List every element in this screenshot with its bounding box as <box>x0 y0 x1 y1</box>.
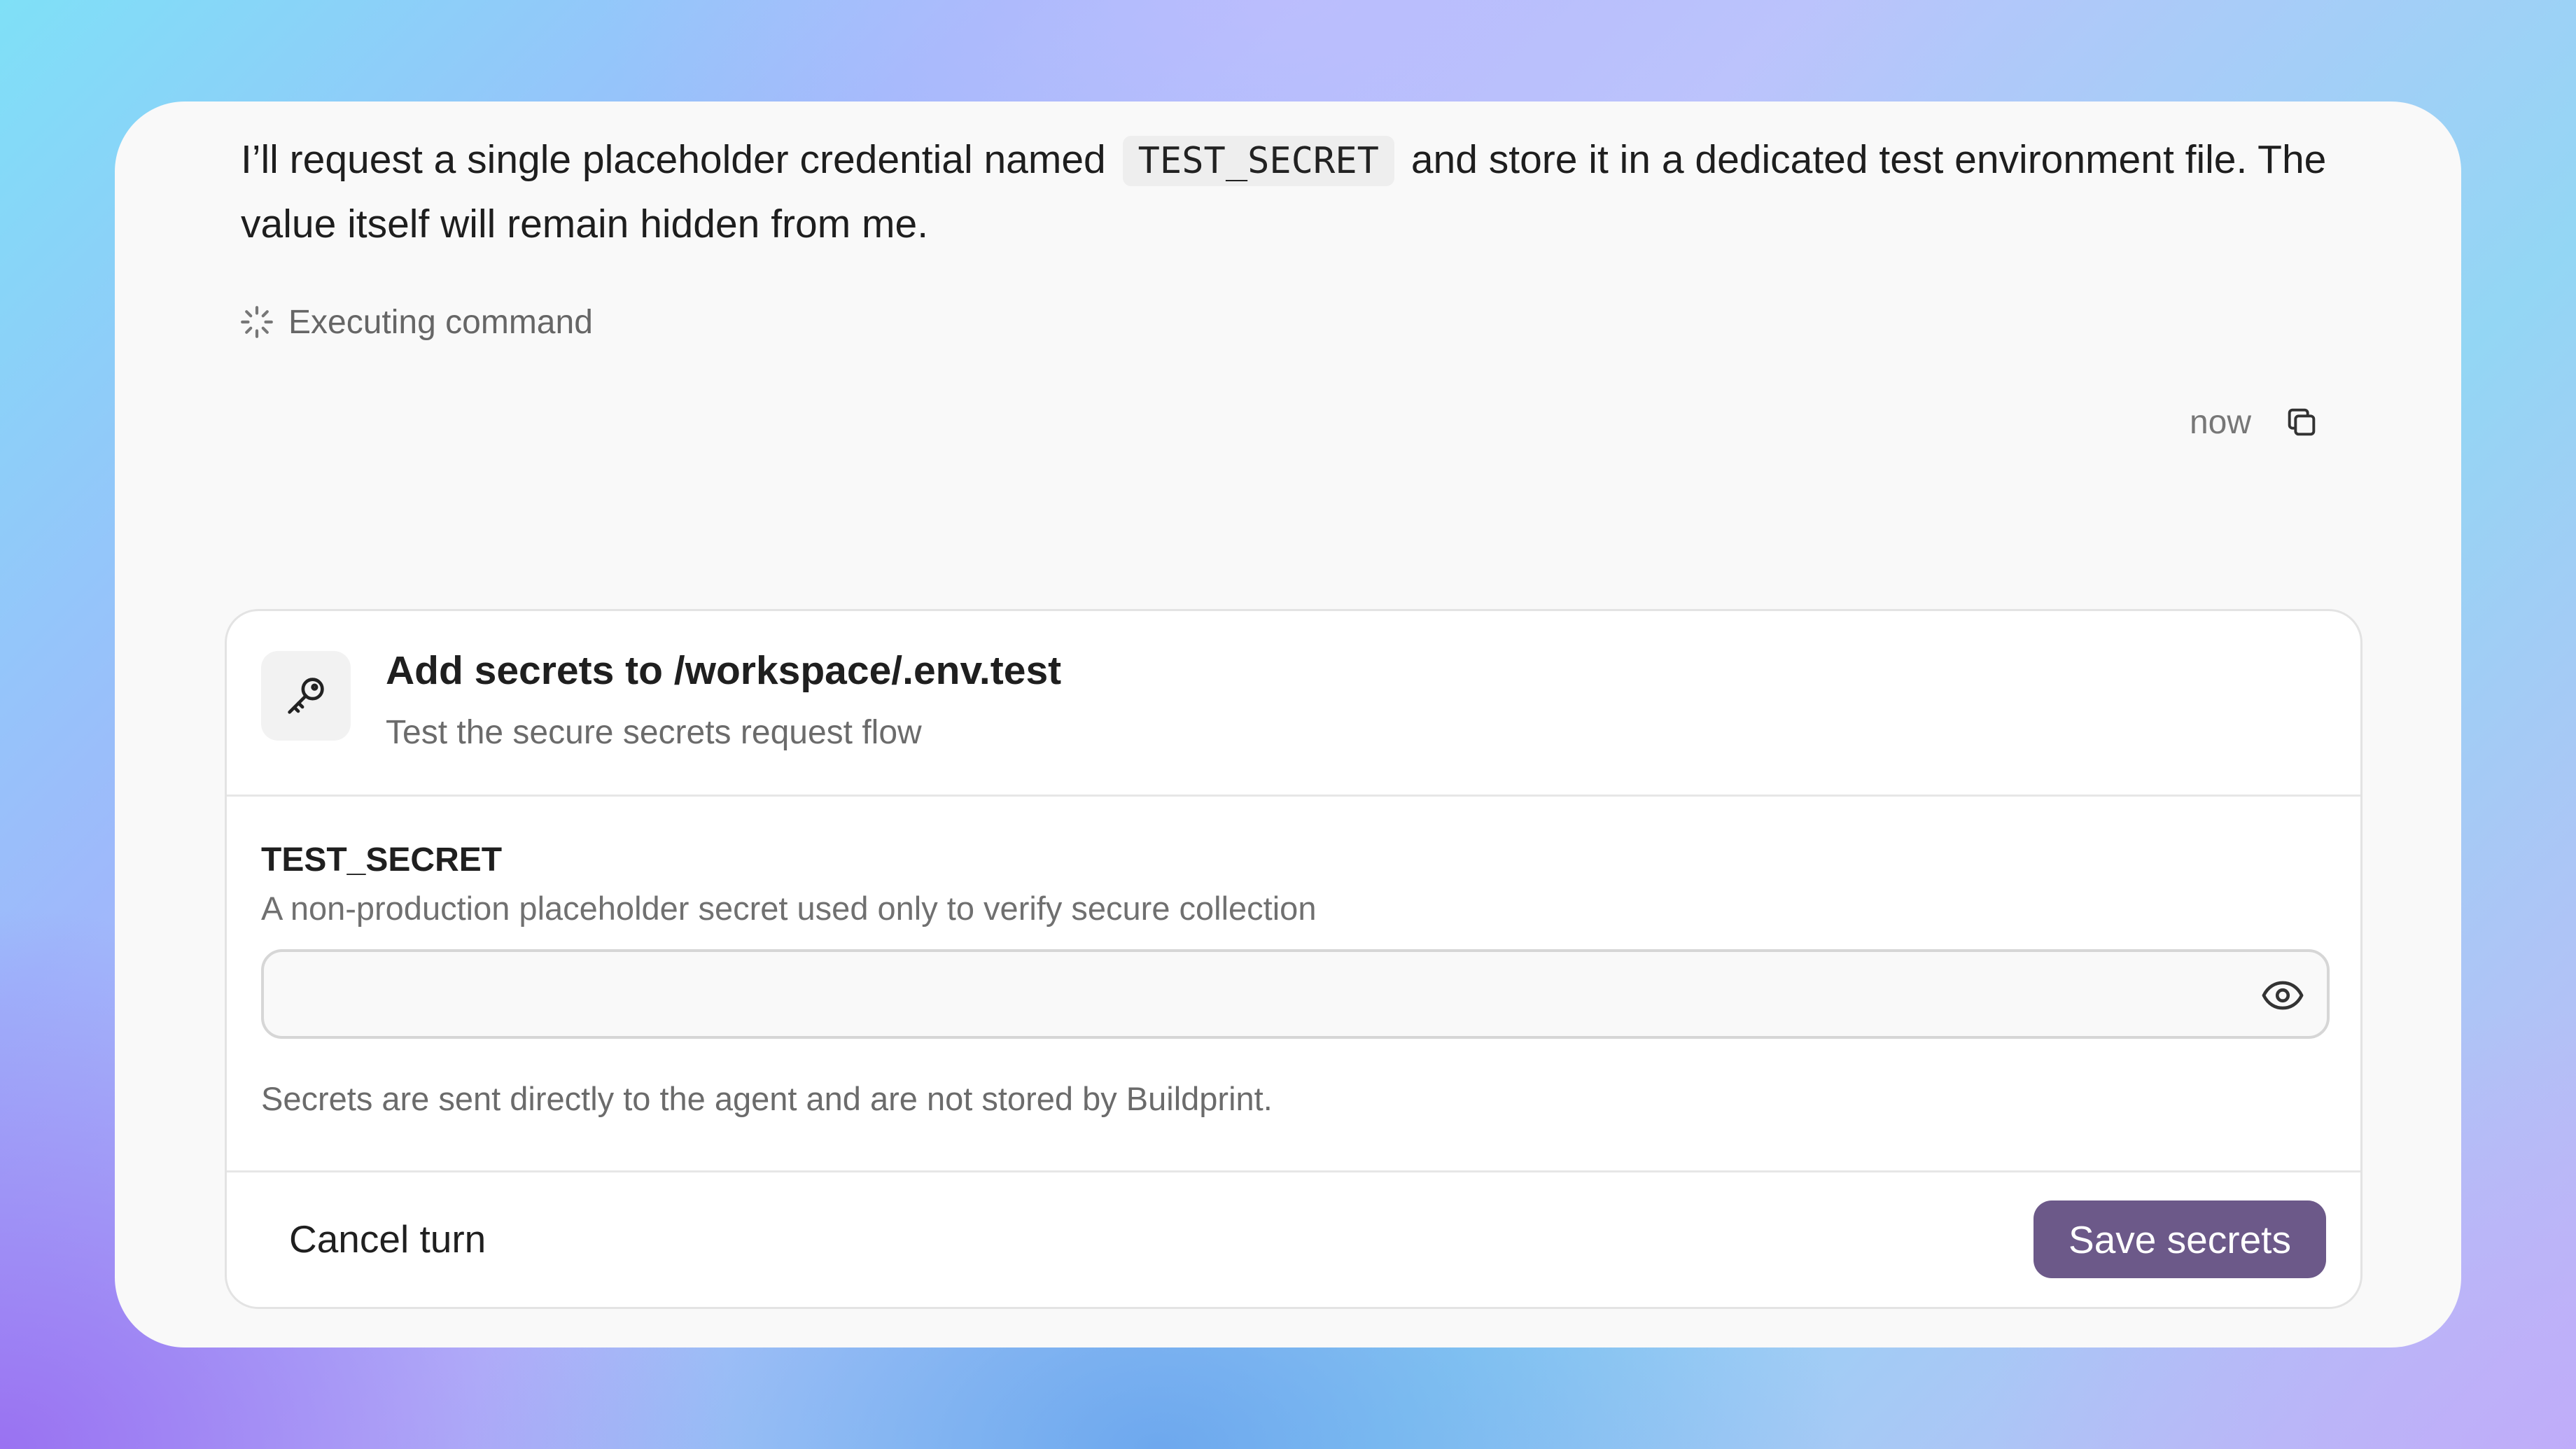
spinner-icon <box>241 306 273 338</box>
secret-input[interactable] <box>264 952 2327 1036</box>
secret-field-description: A non-production placeholder secret used… <box>261 890 1317 927</box>
secrets-request-card: Add secrets to /workspace/.env.test Test… <box>225 609 2362 1309</box>
copy-button[interactable] <box>2281 401 2323 443</box>
assistant-message: I’ll request a single placeholder creden… <box>241 128 2411 255</box>
inline-code: TEST_SECRET <box>1122 136 1394 186</box>
command-status: Executing command <box>239 301 593 343</box>
timestamp: now <box>2189 403 2251 441</box>
key-icon <box>288 678 324 714</box>
privacy-notice: Secrets are sent directly to the agent a… <box>261 1080 1273 1117</box>
chat-window: I’ll request a single placeholder creden… <box>115 102 2461 1348</box>
eye-icon <box>2262 981 2304 1010</box>
secret-field-name: TEST_SECRET <box>261 841 503 878</box>
secret-input-wrapper <box>261 949 2330 1039</box>
card-header: Add secrets to /workspace/.env.test Test… <box>227 611 2360 797</box>
message-meta: now <box>2190 394 2323 450</box>
status-text: Executing command <box>288 303 593 341</box>
copy-icon <box>2288 408 2316 436</box>
message-text-before: I’ll request a single placeholder creden… <box>241 137 1106 182</box>
card-subtitle: Test the secure secrets request flow <box>386 714 922 751</box>
cancel-turn-button[interactable]: Cancel turn <box>261 1202 514 1276</box>
card-title: Add secrets to /workspace/.env.test <box>386 648 1062 693</box>
save-secrets-button[interactable]: Save secrets <box>2033 1200 2326 1278</box>
card-footer: Cancel turn Save secrets <box>227 1170 2360 1307</box>
key-icon-box <box>261 651 351 741</box>
toggle-visibility-button[interactable] <box>2260 972 2306 1018</box>
